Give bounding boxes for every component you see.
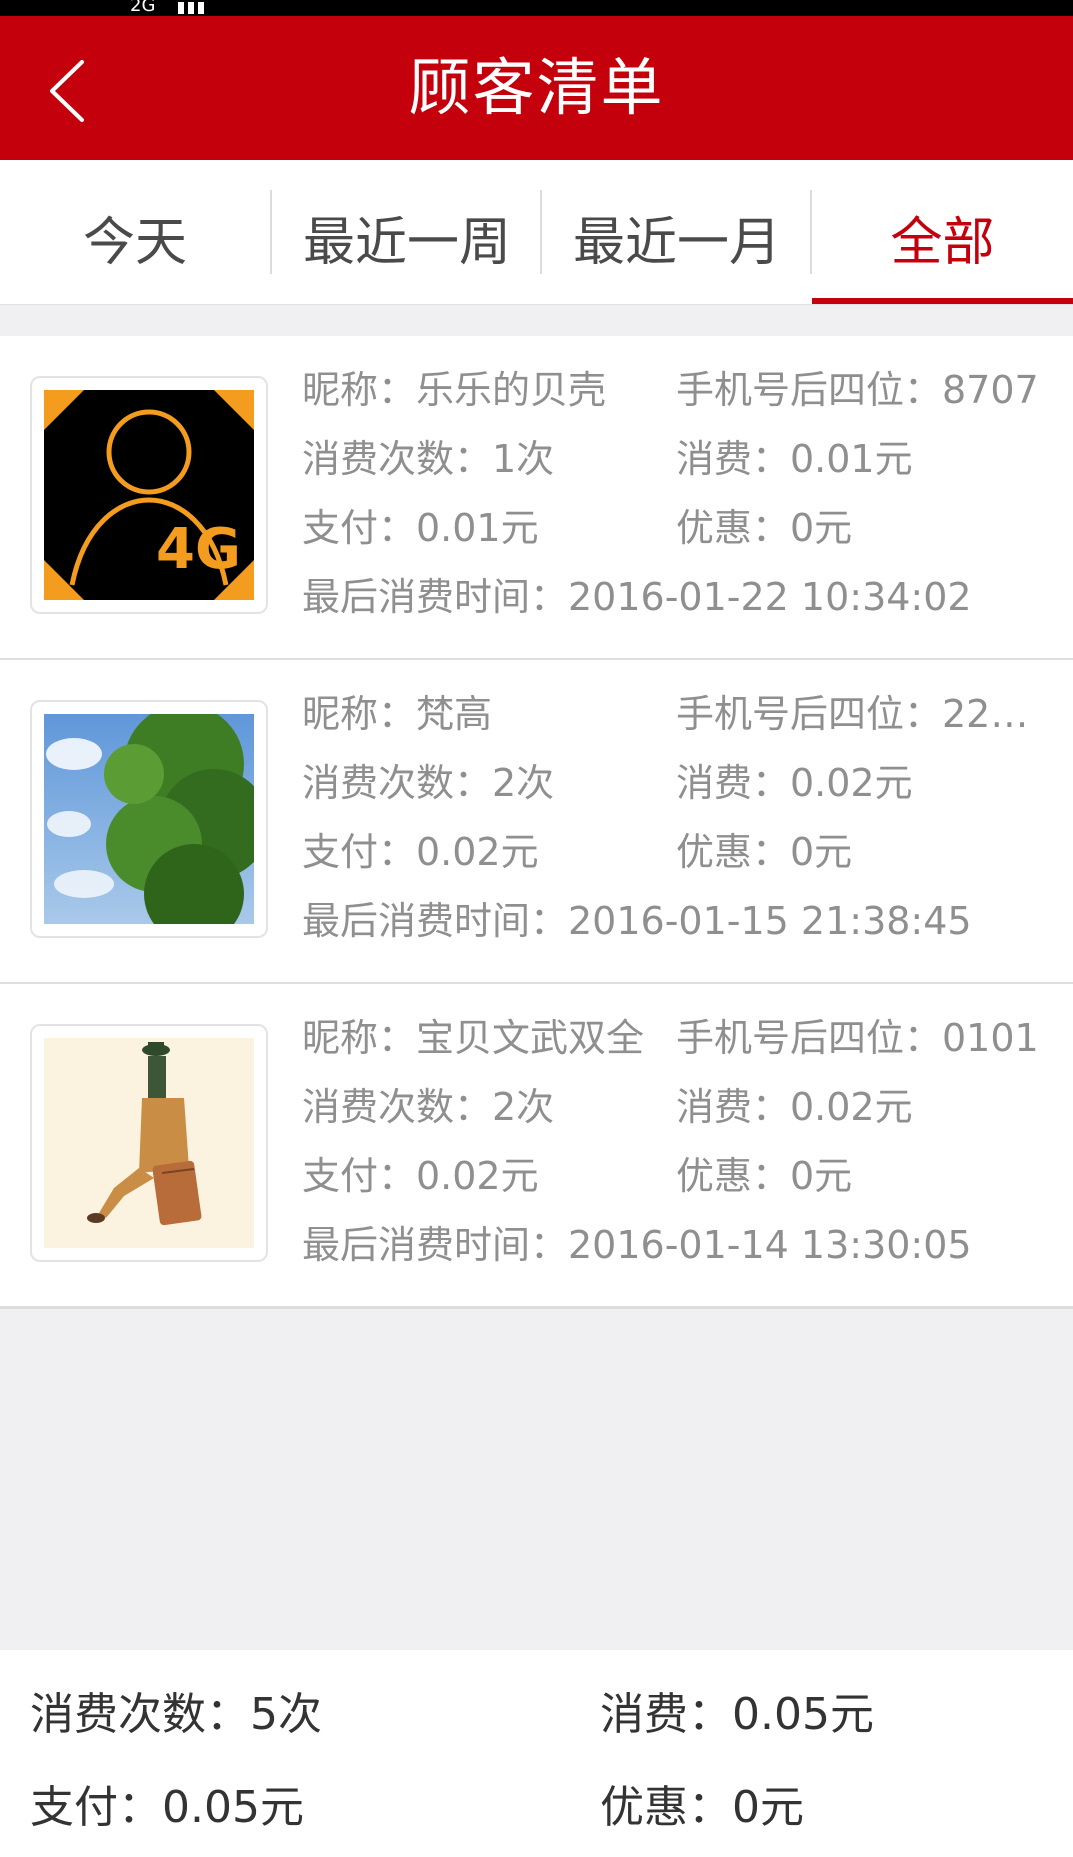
consumption-amount: 消费：0.02元 (676, 1085, 913, 1129)
tab-all[interactable]: 全部 (812, 160, 1073, 304)
tab-label: 最近一月 (572, 213, 781, 273)
consumption-count: 消费次数：1次 (302, 437, 555, 481)
signal-icon (178, 2, 204, 14)
consumption-count: 消费次数：2次 (302, 1085, 555, 1129)
avatar (30, 700, 268, 938)
tab-label: 全部 (890, 213, 995, 273)
summary-panel: 消费次数：5次 消费：0.05元 支付：0.05元 优惠：0元 (0, 1650, 1073, 1857)
filter-tabs: 今天 最近一周 最近一月 全部 (0, 160, 1073, 305)
last-consumption-time: 最后消费时间：2016-01-14 13:30:05 (302, 1223, 972, 1267)
avatar: 4G (30, 376, 268, 614)
discount-amount: 优惠：0元 (676, 1154, 853, 1198)
customer-row[interactable]: 昵称：梵高 手机号后四位：22… 消费次数：2次 消费：0.02元 支付：0.0… (0, 660, 1073, 984)
phone-last-four: 手机号后四位：0101 (676, 1016, 1039, 1060)
4g-user-avatar: 4G (44, 390, 254, 600)
total-consumption-amount: 消费：0.05元 (600, 1689, 874, 1740)
payment-amount: 支付：0.02元 (302, 830, 539, 874)
nickname: 昵称：梵高 (302, 692, 493, 736)
tab-label: 今天 (82, 213, 187, 273)
consumption-amount: 消费：0.01元 (676, 437, 913, 481)
payment-amount: 支付：0.01元 (302, 506, 539, 550)
tab-label: 最近一周 (302, 213, 511, 273)
tab-recent-week[interactable]: 最近一周 (272, 160, 542, 304)
phone-last-four: 手机号后四位：22… (676, 692, 1029, 736)
avatar (30, 1024, 268, 1262)
tree-sky-avatar (44, 714, 254, 924)
tab-recent-month[interactable]: 最近一月 (542, 160, 812, 304)
nickname: 昵称：宝贝文武双全 (302, 1016, 645, 1060)
phone-last-four: 手机号后四位：8707 (676, 368, 1039, 412)
nav-bar: 顾客清单 (0, 16, 1073, 160)
illustration-girl-suitcase-avatar (44, 1038, 254, 1248)
consumption-amount: 消费：0.02元 (676, 761, 913, 805)
nickname: 昵称：乐乐的贝壳 (302, 368, 607, 412)
total-consumption-count: 消费次数：5次 (30, 1689, 322, 1740)
customer-row[interactable]: 4G 昵称：乐乐的贝壳 手机号后四位：8707 消费次数：1次 消费：0.01元… (0, 336, 1073, 660)
svg-text:4G: 4G (156, 517, 241, 582)
tab-today[interactable]: 今天 (0, 160, 270, 304)
last-consumption-time: 最后消费时间：2016-01-22 10:34:02 (302, 575, 972, 619)
consumption-count: 消费次数：2次 (302, 761, 555, 805)
active-tab-indicator (812, 298, 1073, 304)
network-type: 2G (130, 0, 156, 16)
last-consumption-time: 最后消费时间：2016-01-15 21:38:45 (302, 899, 972, 943)
discount-amount: 优惠：0元 (676, 506, 853, 550)
customer-list: 4G 昵称：乐乐的贝壳 手机号后四位：8707 消费次数：1次 消费：0.01元… (0, 336, 1073, 1309)
total-discount-amount: 优惠：0元 (600, 1782, 804, 1833)
customer-row[interactable]: 昵称：宝贝文武双全 手机号后四位：0101 消费次数：2次 消费：0.02元 支… (0, 984, 1073, 1309)
page-title: 顾客清单 (408, 51, 665, 124)
status-bar: 2G (0, 0, 1073, 16)
discount-amount: 优惠：0元 (676, 830, 853, 874)
total-payment-amount: 支付：0.05元 (30, 1782, 304, 1833)
payment-amount: 支付：0.02元 (302, 1154, 539, 1198)
